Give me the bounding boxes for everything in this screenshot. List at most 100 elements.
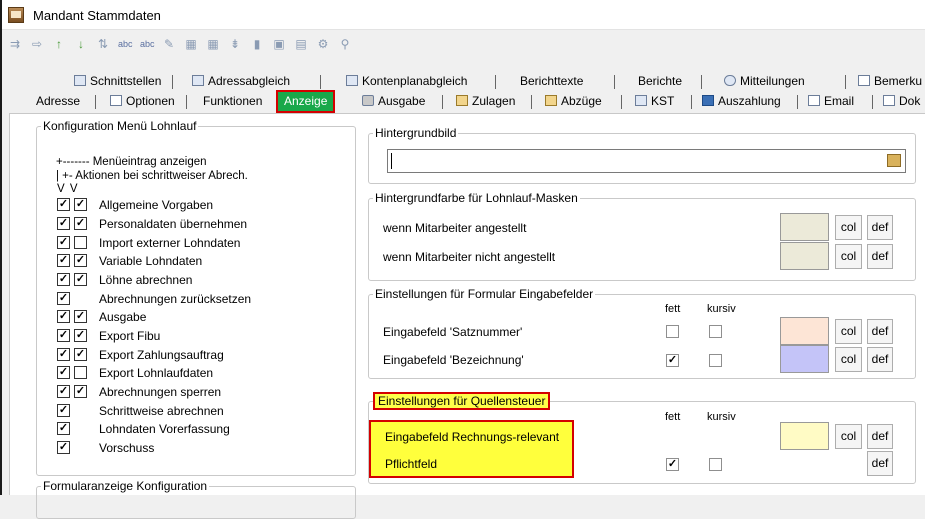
bezeichnung-italic-checkbox[interactable] xyxy=(709,354,722,367)
pflichtfeld-italic-checkbox[interactable] xyxy=(709,458,722,471)
stepwise-checkbox[interactable] xyxy=(74,366,87,379)
tab-bemerkungen[interactable]: Bemerku xyxy=(858,71,922,93)
tab-mitteilungen[interactable]: Mitteilungen xyxy=(724,71,805,93)
fett-header: fett xyxy=(665,411,681,423)
def-button[interactable]: def xyxy=(867,319,893,344)
tab-optionen[interactable]: Optionen xyxy=(110,91,175,113)
save-icon[interactable]: ▣ xyxy=(272,37,286,51)
background-image-input[interactable] xyxy=(387,149,906,173)
menu-item-label: Vorschuss xyxy=(99,441,155,455)
menu-show-checkbox[interactable]: ✓ xyxy=(57,236,70,249)
tab-adresse[interactable]: Adresse xyxy=(36,91,80,113)
stepwise-checkbox[interactable]: ✓ xyxy=(74,385,87,398)
document-icon xyxy=(883,95,895,106)
grid-icon[interactable]: ▦ xyxy=(184,37,198,51)
menu-show-checkbox[interactable]: ✓ xyxy=(57,385,70,398)
col-button[interactable]: col xyxy=(835,244,862,269)
menu-show-checkbox[interactable]: ✓ xyxy=(57,310,70,323)
tab-berichttexte[interactable]: Berichttexte xyxy=(520,71,583,93)
stepwise-checkbox[interactable]: ✓ xyxy=(74,329,87,342)
allowance-icon xyxy=(456,95,468,106)
menu-show-checkbox[interactable]: ✓ xyxy=(57,441,70,454)
menu-show-checkbox[interactable]: ✓ xyxy=(57,366,70,379)
def-button[interactable]: def xyxy=(867,215,893,240)
down-icon[interactable]: ↓ xyxy=(74,37,88,51)
stepwise-checkbox[interactable]: ✓ xyxy=(74,310,87,323)
menu-show-checkbox[interactable]: ✓ xyxy=(57,273,70,286)
satznummer-italic-checkbox[interactable] xyxy=(709,325,722,338)
not-employed-color-swatch xyxy=(780,242,829,270)
tab-schnittstellen[interactable]: Schnittstellen xyxy=(74,71,161,93)
menu-item-label: Export Lohnlaufdaten xyxy=(99,366,214,380)
menu-item-label: Abrechnungen sperren xyxy=(99,385,222,399)
tab-dokumente[interactable]: Dok xyxy=(883,91,920,113)
edit-icon[interactable]: ✎ xyxy=(162,37,176,51)
tab-email[interactable]: Email xyxy=(808,91,854,113)
options-icon xyxy=(110,95,122,106)
col-button[interactable]: col xyxy=(835,215,862,240)
stepwise-checkbox[interactable]: ✓ xyxy=(74,217,87,230)
toolbar: ⇉ ⇨ ↑ ↓ ⇅ abc abc ✎ ▦ ▦ ⇟ ▮ ▣ ▤ ⚙ ⚲ xyxy=(0,30,925,58)
browse-image-icon[interactable] xyxy=(887,154,901,167)
tab-kst[interactable]: KST xyxy=(635,91,674,113)
stepwise-checkbox[interactable]: ✓ xyxy=(74,348,87,361)
menu-item-label: Export Fibu xyxy=(99,329,161,343)
bezeichnung-bold-checkbox[interactable]: ✓ xyxy=(666,354,679,367)
menu-show-checkbox[interactable]: ✓ xyxy=(57,329,70,342)
tab-berichte[interactable]: Berichte xyxy=(638,71,682,93)
up-icon[interactable]: ↑ xyxy=(52,37,66,51)
satznummer-bold-checkbox[interactable] xyxy=(666,325,679,338)
menu-show-checkbox[interactable]: ✓ xyxy=(57,254,70,267)
employed-label: wenn Mitarbeiter angestellt xyxy=(383,221,527,235)
grid2-icon[interactable]: ▦ xyxy=(206,37,220,51)
menu-show-checkbox[interactable]: ✓ xyxy=(57,348,70,361)
tab-anzeige[interactable]: Anzeige xyxy=(276,90,336,113)
menu-show-checkbox[interactable]: ✓ xyxy=(57,292,70,305)
tab-ausgabe[interactable]: Ausgabe xyxy=(362,91,425,113)
book-icon[interactable]: ▮ xyxy=(250,37,264,51)
pflichtfeld-label: Pflichtfeld xyxy=(385,457,438,471)
legend-vv: V V xyxy=(57,183,78,195)
pflichtfeld-bold-checkbox[interactable]: ✓ xyxy=(666,458,679,471)
tab-kontenplanabgleich[interactable]: Kontenplanabgleich xyxy=(346,71,467,93)
printer-icon xyxy=(362,95,374,106)
filter-icon[interactable]: ⇟ xyxy=(228,37,242,51)
fett-header: fett xyxy=(665,303,681,315)
menu-show-checkbox[interactable]: ✓ xyxy=(57,198,70,211)
insert-icon[interactable]: ⇨ xyxy=(30,37,44,51)
col-button[interactable]: col xyxy=(835,347,862,372)
tab-abzuege[interactable]: Abzüge xyxy=(545,91,602,113)
doc-icon[interactable]: ▤ xyxy=(294,37,308,51)
def-button[interactable]: def xyxy=(867,424,893,449)
app-icon xyxy=(8,7,24,23)
tab-funktionen[interactable]: Funktionen xyxy=(203,91,262,113)
def-button[interactable]: def xyxy=(867,347,893,372)
search-icon[interactable]: ⚲ xyxy=(338,37,352,51)
employed-color-swatch xyxy=(780,213,829,241)
formular-title: Einstellungen für Formular Eingabefelder xyxy=(375,287,594,301)
cost-center-icon xyxy=(635,95,647,106)
window-edge xyxy=(0,0,2,495)
spell-icon[interactable]: abc xyxy=(118,37,133,51)
menu-show-checkbox[interactable]: ✓ xyxy=(57,217,70,230)
kursiv-header: kursiv xyxy=(707,411,736,423)
spell2-icon[interactable]: abc xyxy=(140,37,155,51)
stepwise-checkbox[interactable]: ✓ xyxy=(74,273,87,286)
tab-auszahlung[interactable]: Auszahlung xyxy=(702,91,781,113)
stepwise-checkbox[interactable] xyxy=(74,236,87,249)
stepwise-checkbox[interactable]: ✓ xyxy=(74,198,87,211)
stepwise-checkbox[interactable]: ✓ xyxy=(74,254,87,267)
settings-icon[interactable]: ⚙ xyxy=(316,37,330,51)
tab-zulagen[interactable]: Zulagen xyxy=(456,91,515,113)
align-icon[interactable]: ⇉ xyxy=(8,37,22,51)
col-button[interactable]: col xyxy=(835,319,862,344)
email-icon xyxy=(808,95,820,106)
accounts-icon xyxy=(346,75,358,86)
col-button[interactable]: col xyxy=(835,424,862,449)
def-button[interactable]: def xyxy=(867,244,893,269)
sort-icon[interactable]: ⇅ xyxy=(96,37,110,51)
hintergrundbild-title: Hintergrundbild xyxy=(375,126,457,140)
menu-show-checkbox[interactable]: ✓ xyxy=(57,422,70,435)
def-button[interactable]: def xyxy=(867,451,893,476)
menu-show-checkbox[interactable]: ✓ xyxy=(57,404,70,417)
